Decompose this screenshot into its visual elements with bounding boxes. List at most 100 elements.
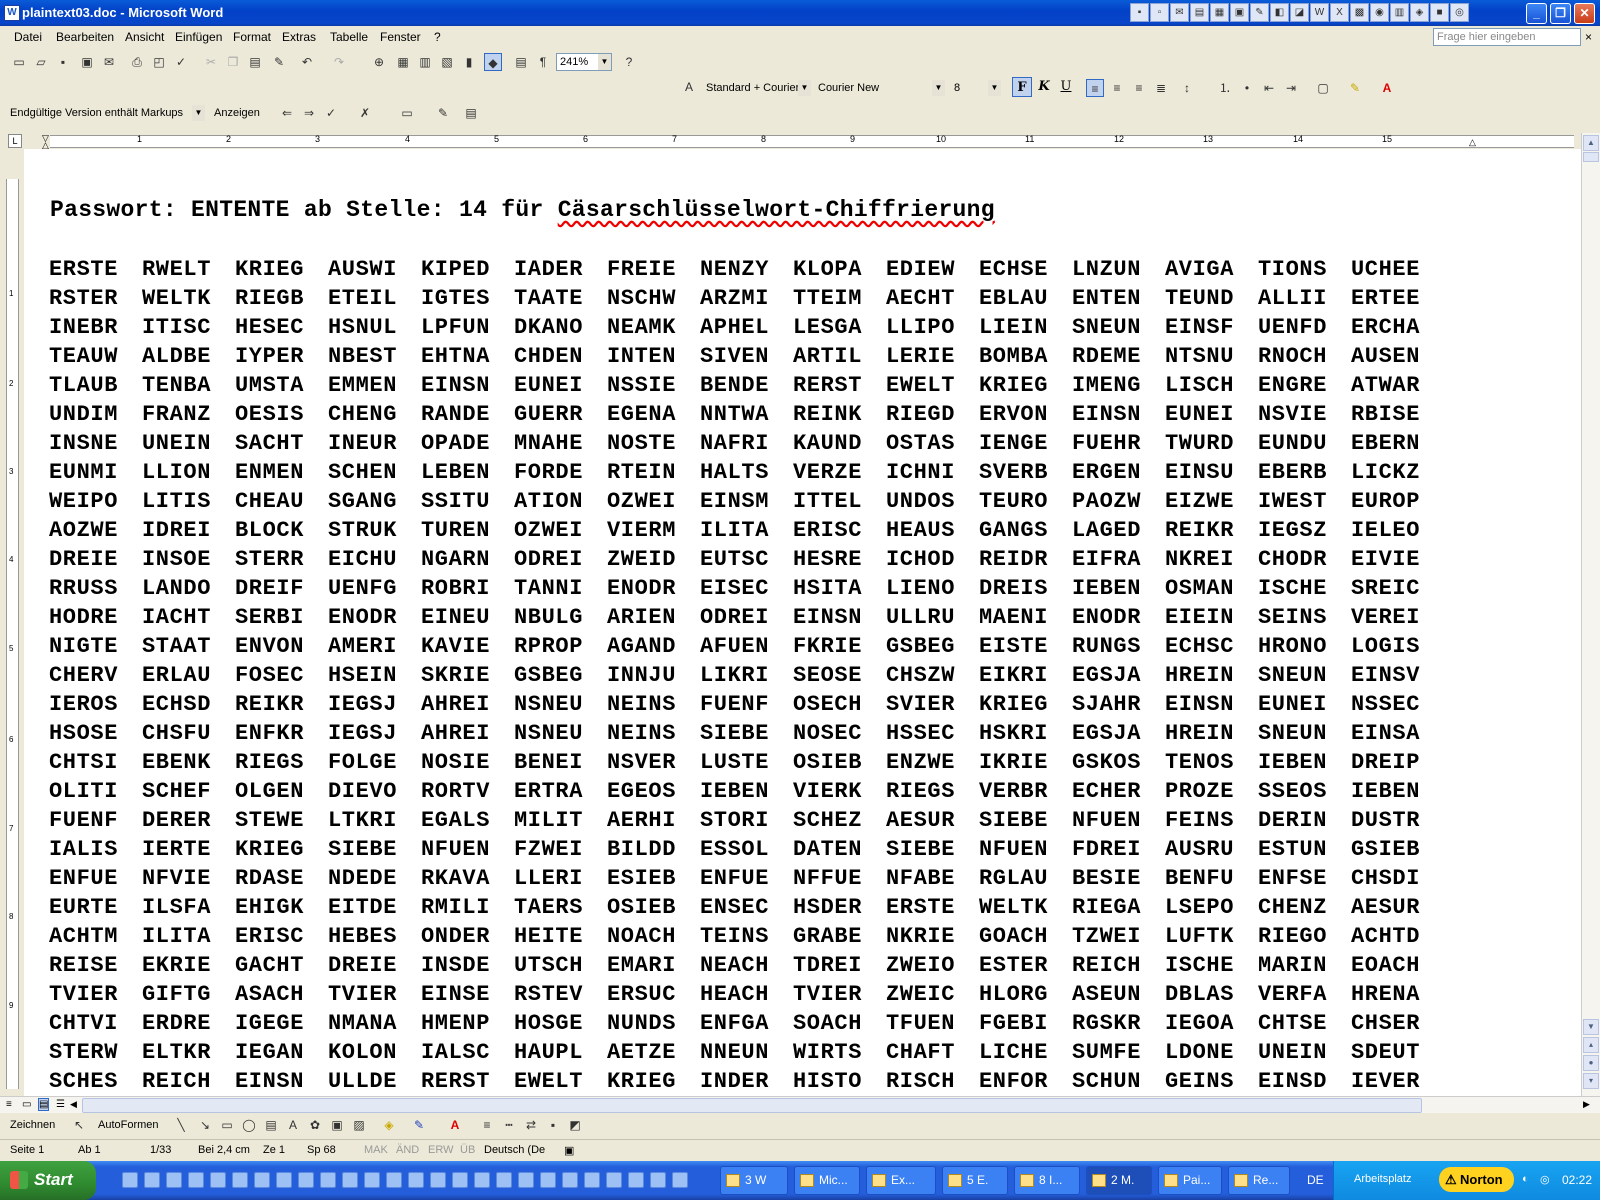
align-left-icon[interactable]: ≡: [1086, 79, 1104, 97]
scroll-left-icon[interactable]: ◀: [70, 1099, 77, 1110]
quicklaunch-icon[interactable]: [210, 1172, 226, 1188]
previous-page-icon[interactable]: ▴: [1583, 1037, 1599, 1053]
scroll-right-icon[interactable]: ▶: [1583, 1099, 1590, 1110]
format-painter-icon[interactable]: ✎: [270, 53, 288, 71]
insert-table-icon[interactable]: ▥: [416, 53, 434, 71]
wordart-icon[interactable]: A: [284, 1116, 302, 1134]
norton-tray-badge[interactable]: ⚠ Norton: [1439, 1167, 1514, 1192]
taskbar-item-re[interactable]: Re...: [1228, 1166, 1290, 1195]
quicklaunch-icon[interactable]: [650, 1172, 666, 1188]
quicklaunch-icon[interactable]: [254, 1172, 270, 1188]
menu-ansicht[interactable]: Ansicht: [125, 30, 164, 44]
font-color-drawing-icon[interactable]: A: [446, 1116, 464, 1134]
menu-einfuegen[interactable]: Einfügen: [175, 30, 222, 44]
vertical-ruler-track[interactable]: [6, 179, 19, 1089]
quicklaunch-icon[interactable]: [188, 1172, 204, 1188]
taskbar-item-excel[interactable]: Ex...: [866, 1166, 936, 1195]
quick-icon[interactable]: ✎: [1250, 3, 1269, 22]
quicklaunch-icon[interactable]: [144, 1172, 160, 1188]
menu-bearbeiten[interactable]: Bearbeiten: [56, 30, 114, 44]
accept-change-icon[interactable]: ✓: [322, 104, 340, 122]
line-spacing-icon[interactable]: ↕: [1178, 79, 1196, 97]
vertical-scrollbar[interactable]: ▲ ▼ ▴ ● ▾: [1581, 133, 1600, 1096]
quicklaunch-icon[interactable]: [320, 1172, 336, 1188]
quicklaunch-icon[interactable]: [232, 1172, 248, 1188]
menu-datei[interactable]: Datei: [14, 30, 42, 44]
quicklaunch-icon[interactable]: [584, 1172, 600, 1188]
insert-comment-icon[interactable]: ▭: [398, 104, 416, 122]
style-select[interactable]: Standard + Courier ▼: [702, 79, 812, 97]
web-layout-icon[interactable]: ▭: [22, 1099, 31, 1110]
next-change-icon[interactable]: ⇒: [300, 104, 318, 122]
oval-icon[interactable]: ◯: [240, 1116, 258, 1134]
print-icon[interactable]: ⎙: [128, 53, 146, 71]
fill-color-icon[interactable]: ◈: [380, 1116, 398, 1134]
permission-icon[interactable]: ▣: [78, 53, 96, 71]
quick-icon[interactable]: ▫: [1150, 3, 1169, 22]
spelling-status-icon[interactable]: ▣: [564, 1144, 574, 1157]
quick-icon[interactable]: ◉: [1370, 3, 1389, 22]
decrease-indent-icon[interactable]: ⇤: [1260, 79, 1278, 97]
status-track-changes[interactable]: ÄND: [396, 1144, 419, 1156]
open-folder-icon[interactable]: ▱: [32, 53, 50, 71]
taskbar-item-word[interactable]: 2 M.: [1086, 1166, 1152, 1195]
arrow-style-icon[interactable]: ⇄: [522, 1116, 540, 1134]
quick-icon[interactable]: ■: [1430, 3, 1449, 22]
right-indent-marker[interactable]: △: [1469, 137, 1476, 148]
outline-view-icon[interactable]: ☰: [56, 1099, 65, 1110]
help-close-icon[interactable]: ×: [1585, 30, 1592, 44]
menu-help[interactable]: ?: [434, 30, 441, 44]
show-markup-menu[interactable]: Anzeigen: [214, 107, 260, 119]
menu-extras[interactable]: Extras: [282, 30, 316, 44]
tab-selector-icon[interactable]: L: [8, 134, 22, 148]
quicklaunch-icon[interactable]: [408, 1172, 424, 1188]
normal-view-icon[interactable]: ≡: [6, 1099, 12, 1110]
quick-icon[interactable]: ▪: [1130, 3, 1149, 22]
line-color-icon[interactable]: ✎: [410, 1116, 428, 1134]
align-right-icon[interactable]: ≡: [1130, 79, 1148, 97]
diagram-icon[interactable]: ✿: [306, 1116, 324, 1134]
spelling-icon[interactable]: ✓: [172, 53, 190, 71]
quicklaunch-icon[interactable]: [430, 1172, 446, 1188]
quick-icon[interactable]: W: [1310, 3, 1329, 22]
quick-icon[interactable]: ▥: [1390, 3, 1409, 22]
quick-icon[interactable]: ▦: [1210, 3, 1229, 22]
align-center-icon[interactable]: ≡: [1108, 79, 1126, 97]
paste-icon[interactable]: ▤: [246, 53, 264, 71]
quicklaunch-icon[interactable]: [122, 1172, 138, 1188]
print-preview-icon[interactable]: ◰: [150, 53, 168, 71]
italic-button[interactable]: K: [1034, 77, 1054, 97]
help-search-input[interactable]: Frage hier eingeben: [1433, 28, 1581, 46]
draw-menu[interactable]: Zeichnen: [10, 1119, 55, 1131]
scroll-up-icon[interactable]: ▲: [1583, 135, 1599, 151]
quicklaunch-icon[interactable]: [386, 1172, 402, 1188]
ruler-track[interactable]: [50, 135, 1574, 148]
close-button[interactable]: ✕: [1574, 3, 1595, 24]
minimize-button[interactable]: _: [1526, 3, 1547, 24]
quicklaunch-icon[interactable]: [496, 1172, 512, 1188]
document-page[interactable]: Passwort: ENTENTE ab Stelle: 14 für Cäsa…: [24, 149, 1581, 1096]
quick-icon[interactable]: ◎: [1450, 3, 1469, 22]
new-document-icon[interactable]: ▭: [10, 53, 28, 71]
select-browse-object-icon[interactable]: ●: [1583, 1055, 1599, 1071]
save-icon[interactable]: ▪: [54, 53, 72, 71]
arrow-icon[interactable]: ↘: [196, 1116, 214, 1134]
line-icon[interactable]: ╲: [172, 1116, 190, 1134]
horizontal-scroll-thumb[interactable]: [82, 1098, 1422, 1113]
scroll-thumb[interactable]: [1583, 152, 1599, 162]
font-size-select[interactable]: 8 ▼: [950, 79, 1002, 97]
styles-icon[interactable]: A: [680, 78, 698, 96]
drawing-toggle-icon[interactable]: ◆: [484, 53, 502, 71]
menu-fenster[interactable]: Fenster: [380, 30, 421, 44]
quicklaunch-icon[interactable]: [540, 1172, 556, 1188]
quicklaunch-icon[interactable]: [518, 1172, 534, 1188]
tray-icon[interactable]: ◐: [1522, 1173, 1529, 1185]
status-extend[interactable]: ERW: [428, 1144, 453, 1156]
track-changes-icon[interactable]: ✎: [434, 104, 452, 122]
previous-change-icon[interactable]: ⇐: [278, 104, 296, 122]
insert-picture-icon[interactable]: ▨: [350, 1116, 368, 1134]
language-indicator[interactable]: DE: [1307, 1173, 1324, 1187]
font-select[interactable]: Courier New ▼: [814, 79, 946, 97]
hyperlink-icon[interactable]: ⊕: [370, 53, 388, 71]
taskbar-item-5e[interactable]: 5 E.: [942, 1166, 1008, 1195]
